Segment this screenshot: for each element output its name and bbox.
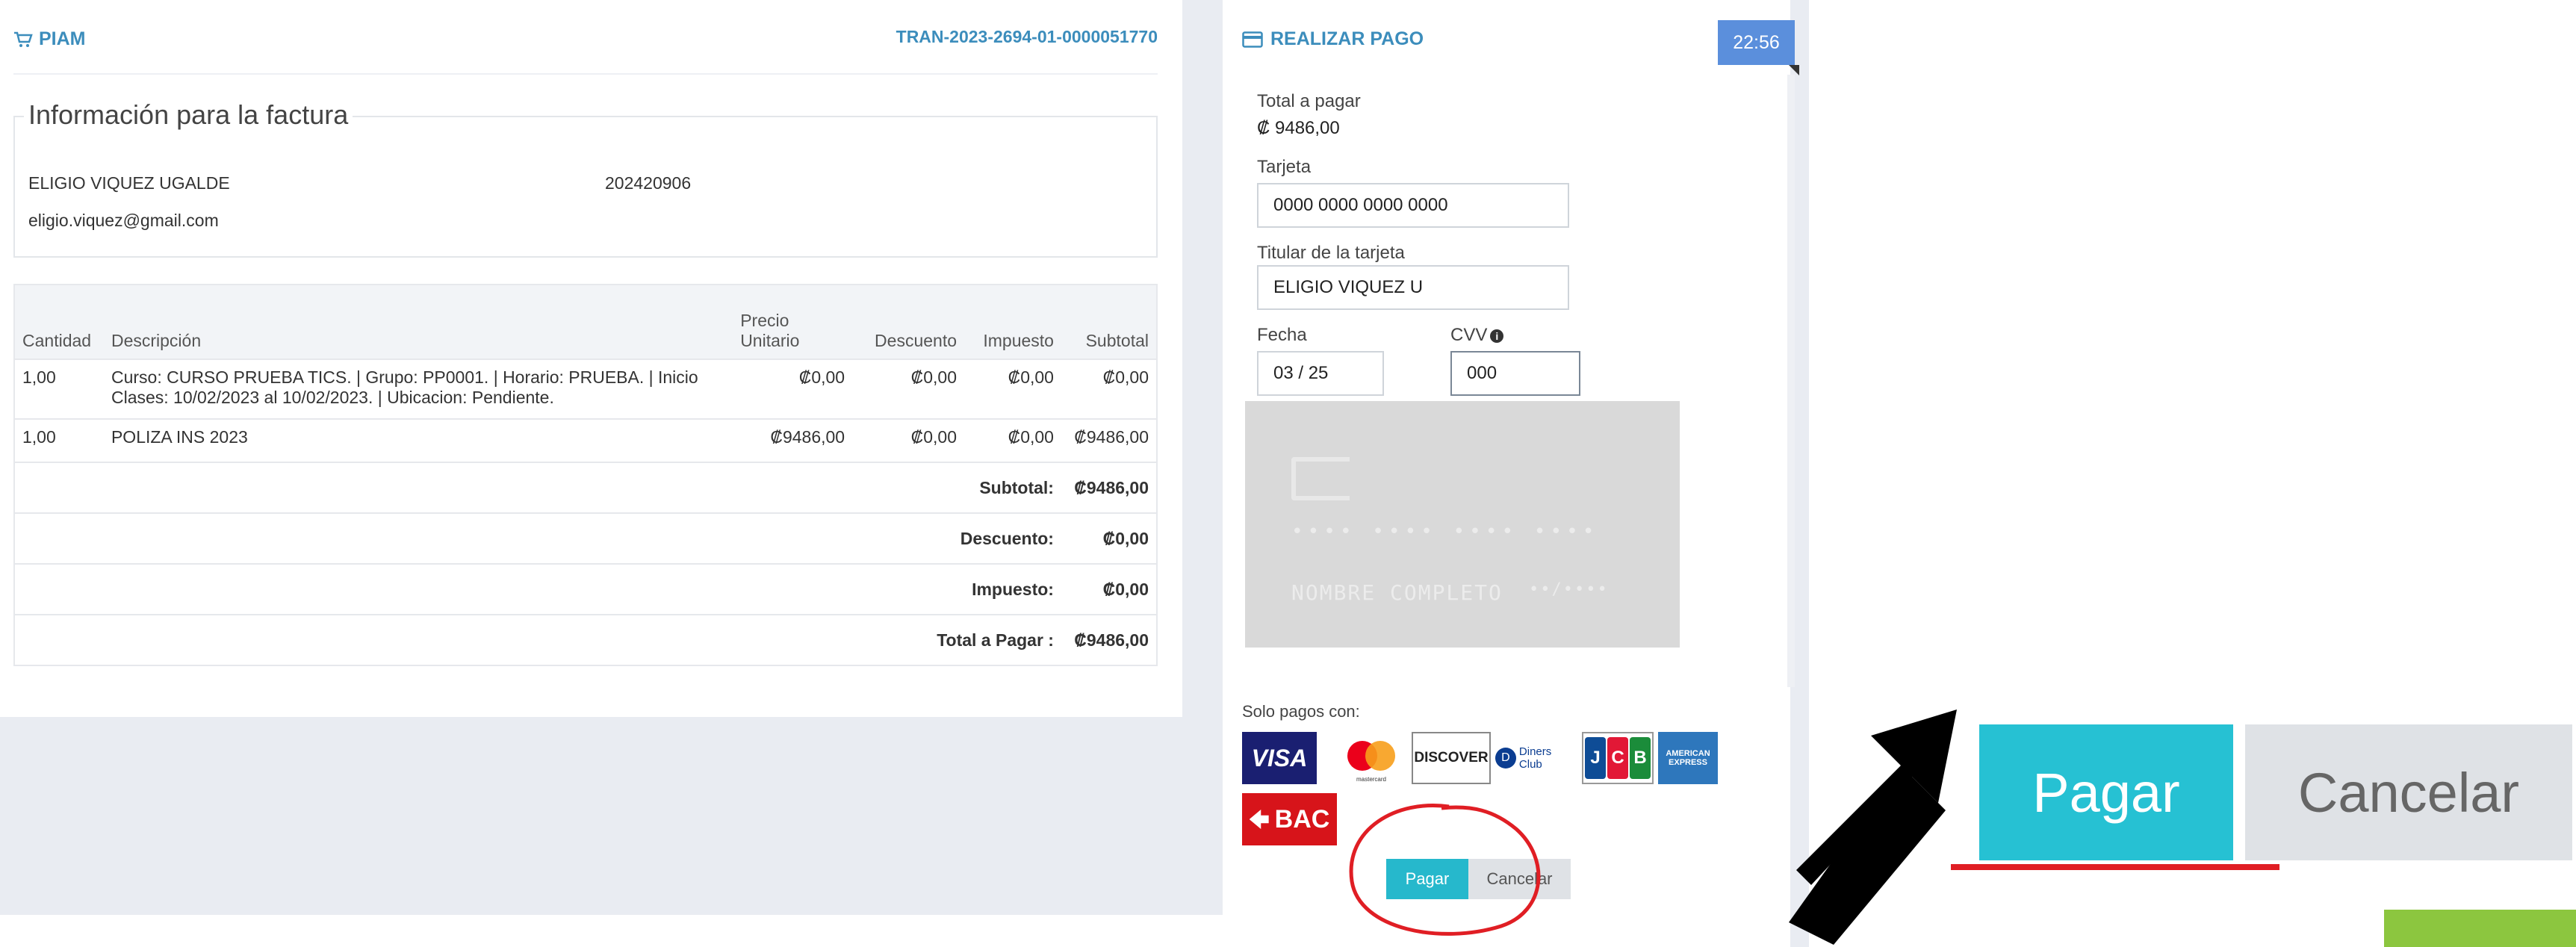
info-icon[interactable]: i <box>1490 329 1504 343</box>
diners-club-logo: D Diners Club <box>1495 732 1577 784</box>
col-descuento: Descuento <box>852 285 965 359</box>
card-holder-label: Titular de la tarjeta <box>1257 243 1405 263</box>
row-tax: ₡0,00 <box>964 418 1061 462</box>
subtotal-value: ₡9486,00 <box>1061 462 1157 513</box>
row-qty: 1,00 <box>14 418 104 462</box>
invoice-info-section: Información para la factura ELIGIO VIQUE… <box>13 99 1158 258</box>
row-desc: POLIZA INS 2023 <box>103 418 733 462</box>
row-discount: ₡0,00 <box>852 418 965 462</box>
row-desc: Curso: CURSO PRUEBA TICS. | Grupo: PP000… <box>103 358 733 419</box>
card-holder-input[interactable]: ELIGIO VIQUEZ U <box>1257 265 1569 310</box>
mastercard-circle-orange <box>1365 741 1395 771</box>
card-preview: •••• •••• •••• •••• NOMBRE COMPLETO ••/•… <box>1245 401 1680 648</box>
arrow-annotation-icon <box>1789 710 1957 945</box>
table-header-row: Cantidad Descripción Precio Unitario Des… <box>14 285 1157 359</box>
invoice-info-title: Información para la factura <box>24 99 353 131</box>
bac-logo: BAC <box>1242 793 1337 845</box>
shopping-cart-icon <box>14 31 33 47</box>
pay-button-zoom[interactable]: Pagar <box>1979 724 2233 860</box>
tax-label: Impuesto: <box>14 563 1061 615</box>
cvv-label-text: CVV <box>1450 325 1488 345</box>
subtotal-row: Subtotal: ₡9486,00 <box>14 462 1157 513</box>
row-discount: ₡0,00 <box>852 358 965 419</box>
card-preview-name: NOMBRE COMPLETO <box>1291 580 1503 605</box>
transaction-id: TRAN-2023-2694-01-0000051770 <box>896 27 1158 46</box>
col-subtotal: Subtotal <box>1061 285 1157 359</box>
jcb-letter-b: B <box>1630 737 1651 779</box>
discount-value: ₡0,00 <box>1061 512 1157 564</box>
highlight-underline-annotation <box>1951 864 2279 870</box>
bac-arrow-icon <box>1249 810 1269 829</box>
row-subtotal: ₡0,00 <box>1061 358 1157 419</box>
mastercard-logo-text: mastercard <box>1356 776 1386 783</box>
discover-logo-text: DISCOVER <box>1414 750 1489 766</box>
payment-title: REALIZAR PAGO <box>1242 28 1424 50</box>
col-impuesto: Impuesto <box>964 285 1061 359</box>
col-descripcion: Descripción <box>103 285 733 359</box>
discount-label: Descuento: <box>14 512 1061 564</box>
visa-logo: VISA <box>1242 732 1317 784</box>
cancel-button[interactable]: Cancelar <box>1468 859 1571 899</box>
discover-logo: DISCOVER <box>1412 732 1491 784</box>
col-cantidad: Cantidad <box>14 285 104 359</box>
col-precio-unitario: Precio Unitario <box>733 285 853 359</box>
card-chip-icon <box>1291 457 1350 500</box>
table-row: 1,00 POLIZA INS 2023 ₡9486,00 ₡0,00 ₡0,0… <box>14 418 1157 462</box>
expiry-date-label: Fecha <box>1257 325 1307 345</box>
credit-card-icon <box>1242 31 1263 48</box>
tax-value: ₡0,00 <box>1061 563 1157 615</box>
diners-logo-text: Diners Club <box>1518 745 1552 771</box>
row-price: ₡0,00 <box>733 358 853 419</box>
brand-name: PIAM <box>39 28 86 49</box>
payment-title-text: REALIZAR PAGO <box>1270 28 1424 49</box>
customer-id: 202420906 <box>605 173 692 193</box>
row-price: ₡9486,00 <box>733 418 853 462</box>
customer-email: eligio.viquez@gmail.com <box>28 211 219 230</box>
expiry-date-input[interactable]: 03 / 25 <box>1257 351 1384 396</box>
jcb-letter-c: C <box>1607 737 1628 779</box>
countdown-timer: 22:56 <box>1718 20 1795 65</box>
jcb-letter-j: J <box>1585 737 1606 779</box>
mastercard-logo: mastercard <box>1337 732 1406 784</box>
pay-button[interactable]: Pagar <box>1386 859 1468 899</box>
total-to-pay-label: Total a pagar <box>1257 91 1361 111</box>
total-to-pay-value: ₡ 9486,00 <box>1257 118 1340 138</box>
green-decorative-block <box>2384 910 2576 947</box>
bac-logo-text: BAC <box>1274 804 1330 833</box>
tax-row: Impuesto: ₡0,00 <box>14 563 1157 615</box>
cvv-label: CVV i <box>1450 325 1504 346</box>
accepted-cards-label: Solo pagos con: <box>1242 702 1360 721</box>
invoice-items-table: Cantidad Descripción Precio Unitario Des… <box>13 284 1158 666</box>
invoice-header: PIAM TRAN-2023-2694-01-0000051770 <box>13 22 1158 75</box>
discount-row: Descuento: ₡0,00 <box>14 512 1157 564</box>
total-value: ₡9486,00 <box>1061 614 1157 665</box>
card-number-input[interactable]: 0000 0000 0000 0000 <box>1257 183 1569 228</box>
row-tax: ₡0,00 <box>964 358 1061 419</box>
card-number-label: Tarjeta <box>1257 157 1312 177</box>
cvv-input[interactable]: 000 <box>1450 351 1580 396</box>
diners-icon: D <box>1495 748 1516 769</box>
card-preview-number: •••• •••• •••• •••• <box>1291 521 1599 543</box>
subtotal-label: Subtotal: <box>14 462 1061 513</box>
total-row: Total a Pagar : ₡9486,00 <box>14 614 1157 665</box>
customer-name: ELIGIO VIQUEZ UGALDE <box>28 173 230 193</box>
card-preview-expiry: ••/•••• <box>1529 580 1609 599</box>
timer-corner-decoration <box>1789 65 1799 75</box>
brand: PIAM <box>13 28 86 50</box>
cancel-button-zoom[interactable]: Cancelar <box>2245 724 2572 860</box>
american-express-logo: AMERICAN EXPRESS <box>1658 732 1718 784</box>
jcb-logo: J C B <box>1582 732 1654 784</box>
table-row: 1,00 Curso: CURSO PRUEBA TICS. | Grupo: … <box>14 358 1157 419</box>
row-qty: 1,00 <box>14 358 104 419</box>
invoice-panel: PIAM TRAN-2023-2694-01-0000051770 Inform… <box>0 0 1182 717</box>
total-label: Total a Pagar : <box>14 614 1061 665</box>
row-subtotal: ₡9486,00 <box>1061 418 1157 462</box>
